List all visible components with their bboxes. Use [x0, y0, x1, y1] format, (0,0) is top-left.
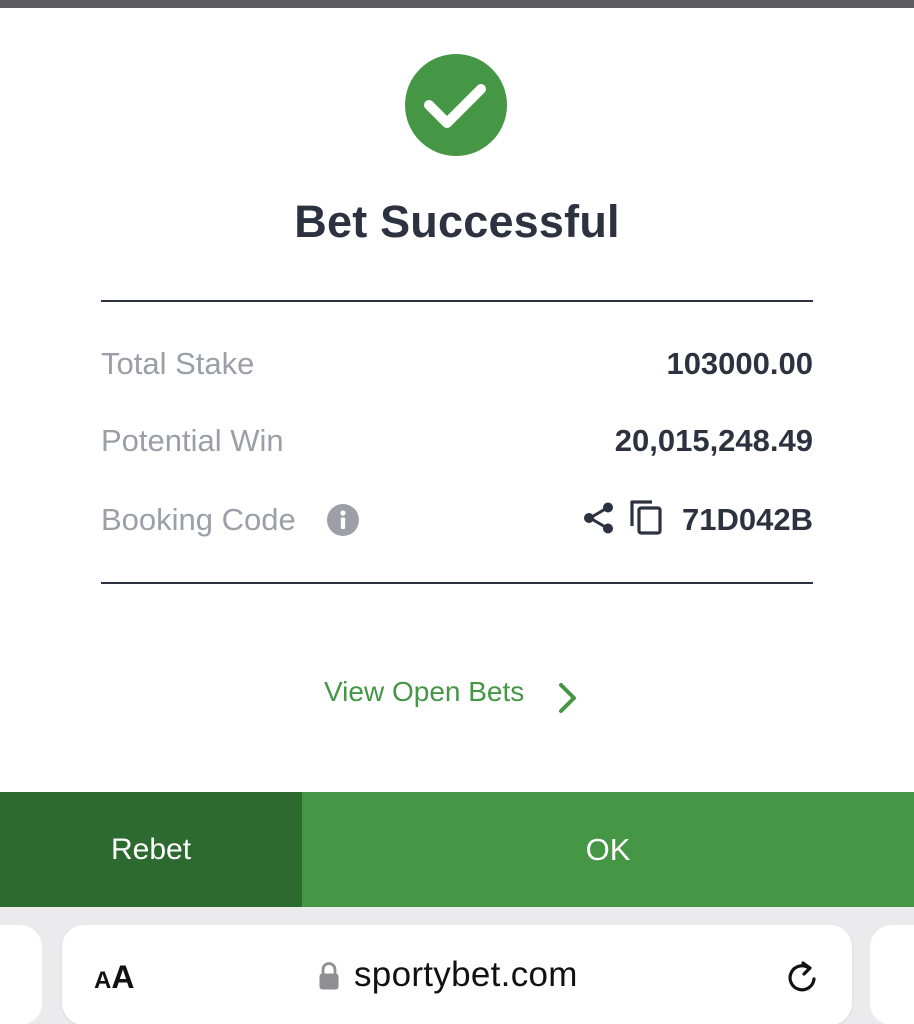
- url-text[interactable]: sportybet.com: [354, 955, 578, 995]
- check-circle-icon: [405, 54, 507, 156]
- browser-toolbar: AA sportybet.com: [0, 907, 914, 1024]
- next-tab-preview[interactable]: [870, 925, 914, 1024]
- bet-success-page: Bet Successful Total Stake 103000.00 Pot…: [0, 0, 914, 1024]
- lock-icon: [318, 961, 340, 991]
- info-icon[interactable]: [327, 504, 359, 536]
- text-size-button[interactable]: AA: [94, 959, 134, 996]
- divider-top: [101, 300, 813, 302]
- share-icon[interactable]: [582, 501, 616, 535]
- view-open-bets-link[interactable]: View Open Bets: [324, 676, 524, 716]
- total-stake-label: Total Stake: [101, 346, 255, 381]
- booking-code-value[interactable]: 71D042B: [682, 502, 813, 538]
- status-bar: [0, 0, 914, 8]
- address-bar[interactable]: AA sportybet.com: [62, 925, 852, 1024]
- aa-small-glyph: A: [94, 967, 112, 994]
- rebet-button-label: Rebet: [110, 832, 192, 866]
- divider-bottom: [101, 582, 813, 584]
- previous-tab-preview[interactable]: [0, 925, 42, 1024]
- dialog-title: Bet Successful: [294, 196, 620, 247]
- chevron-right-icon[interactable]: [555, 680, 581, 716]
- ok-button-label: OK: [585, 831, 631, 867]
- potential-win-label: Potential Win: [101, 423, 284, 458]
- reload-icon[interactable]: [784, 957, 822, 997]
- booking-code-label: Booking Code: [101, 502, 296, 537]
- copy-icon[interactable]: [628, 498, 664, 536]
- potential-win-value: 20,015,248.49: [614, 423, 813, 458]
- rebet-button[interactable]: Rebet: [0, 792, 302, 907]
- aa-big-glyph: A: [111, 959, 135, 995]
- ok-button[interactable]: OK: [302, 792, 914, 907]
- total-stake-value: 103000.00: [666, 346, 813, 381]
